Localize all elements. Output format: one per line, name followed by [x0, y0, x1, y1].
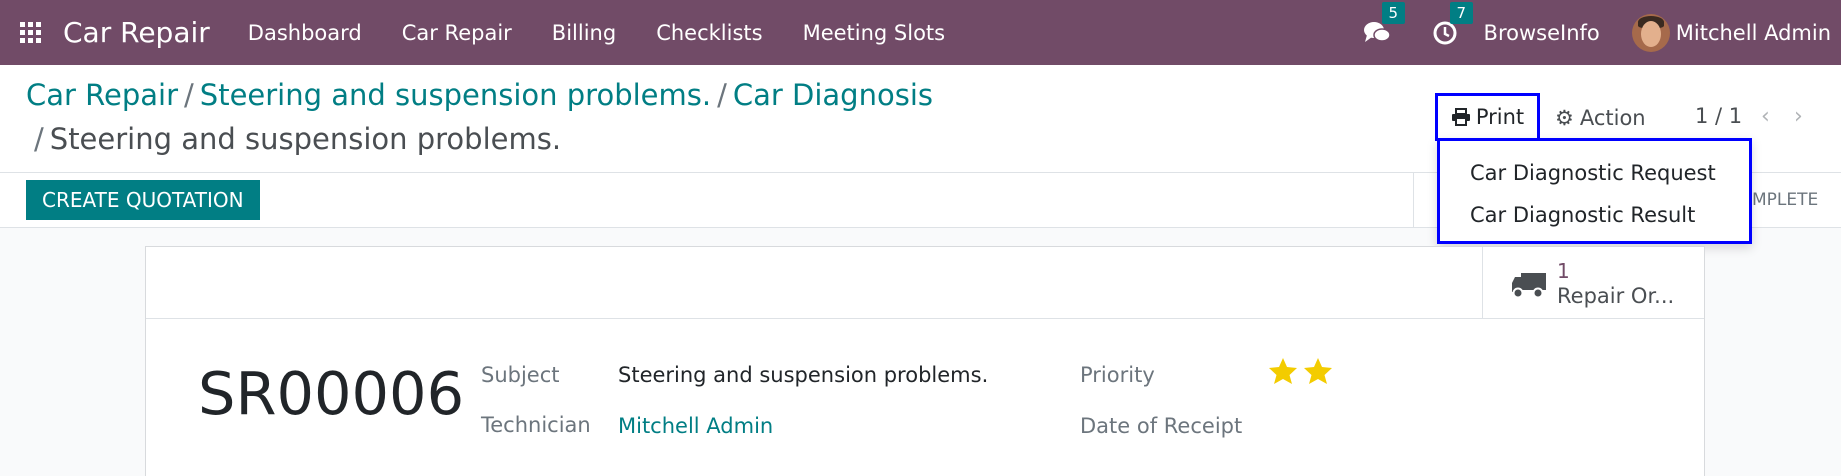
priority-label: Priority: [1080, 363, 1155, 387]
date-of-receipt-label: Date of Receipt: [1080, 414, 1243, 438]
statusbar-divider: [1413, 173, 1414, 228]
record-title: SR00006: [198, 359, 465, 428]
repair-orders-label: Repair Or...: [1557, 284, 1675, 308]
technician-value[interactable]: Mitchell Admin: [618, 414, 773, 438]
app-brand[interactable]: Car Repair: [63, 16, 210, 49]
breadcrumb-separator: /: [34, 122, 44, 156]
pager-value[interactable]: 1 / 1: [1695, 104, 1742, 128]
repair-orders-count: 1: [1557, 259, 1570, 283]
user-menu[interactable]: Mitchell Admin: [1676, 21, 1831, 45]
breadcrumb: Car Repair / Steering and suspension probl…: [26, 78, 933, 112]
technician-label: Technician: [481, 413, 591, 437]
pager-previous-icon[interactable]: ‹: [1761, 104, 1770, 129]
user-avatar[interactable]: [1631, 13, 1670, 52]
menu-car-repair[interactable]: Car Repair: [382, 21, 532, 45]
smart-button-box: 1 Repair Or...: [146, 247, 1704, 319]
menu-billing[interactable]: Billing: [532, 21, 636, 45]
create-quotation-button[interactable]: CREATE QUOTATION: [26, 180, 260, 220]
breadcrumb-separator: /: [717, 78, 727, 112]
print-menu-item-diagnostic-result[interactable]: Car Diagnostic Result: [1470, 203, 1695, 227]
subject-label: Subject: [481, 363, 560, 387]
subject-value[interactable]: Steering and suspension problems.: [618, 363, 988, 387]
priority-star-icon[interactable]: [1303, 357, 1333, 385]
apps-grid-icon[interactable]: [20, 21, 42, 44]
messages-badge: 5: [1381, 1, 1406, 24]
priority-star-icon[interactable]: [1268, 357, 1298, 385]
breadcrumb-item[interactable]: Car Repair: [26, 78, 178, 112]
company-switcher[interactable]: BrowseInfo: [1484, 21, 1600, 45]
repair-orders-smart-button[interactable]: 1 Repair Or...: [1482, 247, 1704, 319]
form-sheet: 1 Repair Or... SR00006 Subject Steering …: [145, 246, 1705, 476]
breadcrumb-current-label: Steering and suspension problems.: [49, 122, 562, 156]
menu-dashboard[interactable]: Dashboard: [228, 21, 382, 45]
print-button[interactable]: Print: [1435, 93, 1540, 141]
menu-checklists[interactable]: Checklists: [636, 21, 782, 45]
top-navbar: Car Repair Dashboard Car Repair Billing …: [0, 0, 1841, 65]
truck-icon: [1512, 273, 1546, 299]
action-label: Action: [1579, 106, 1646, 130]
printer-icon: [1451, 108, 1470, 126]
breadcrumb-item[interactable]: Steering and suspension problems.: [200, 78, 711, 112]
breadcrumb-current: / Steering and suspension problems.: [34, 122, 561, 156]
pager-next-icon[interactable]: ›: [1794, 104, 1803, 129]
breadcrumb-item[interactable]: Car Diagnosis: [733, 78, 933, 112]
print-dropdown-menu: Car Diagnostic Request Car Diagnostic Re…: [1437, 138, 1752, 244]
activities-badge: 7: [1449, 1, 1474, 24]
gear-icon: ⚙: [1555, 106, 1574, 130]
messages-button[interactable]: 5: [1362, 1, 1406, 48]
print-label: Print: [1475, 105, 1525, 129]
activities-button[interactable]: 7: [1430, 1, 1474, 48]
print-menu-item-diagnostic-request[interactable]: Car Diagnostic Request: [1470, 161, 1716, 185]
action-button[interactable]: ⚙ Action: [1555, 100, 1646, 136]
menu-meeting-slots[interactable]: Meeting Slots: [783, 21, 966, 45]
breadcrumb-separator: /: [184, 78, 194, 112]
status-stage-label[interactable]: MPLETE: [1752, 190, 1818, 210]
